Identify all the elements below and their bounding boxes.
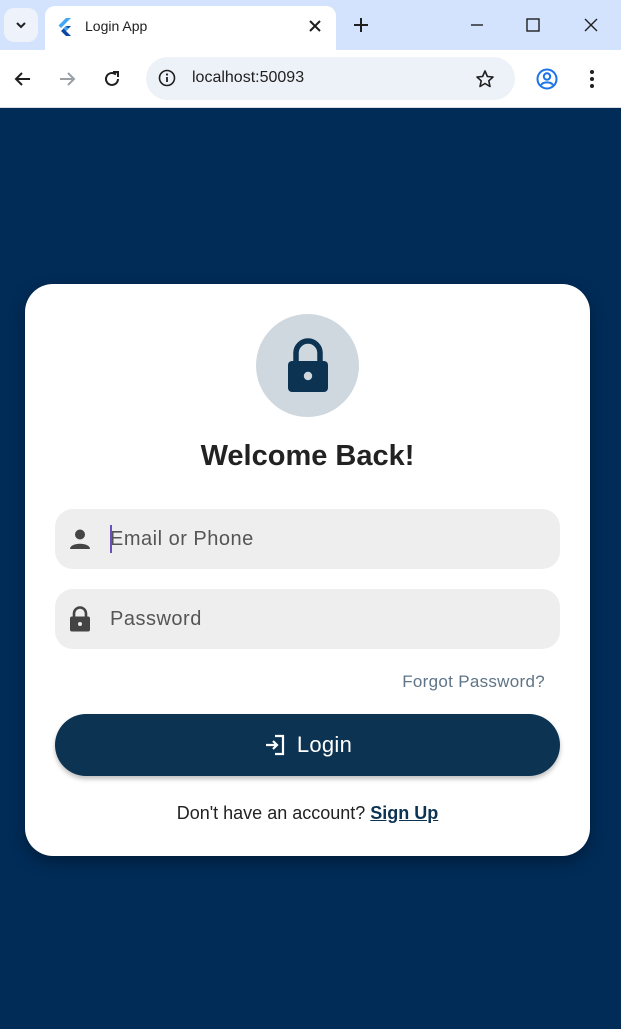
chevron-down-icon — [16, 22, 26, 29]
login-icon — [263, 733, 287, 757]
signup-prompt: Don't have an account? — [176, 803, 366, 823]
maximize-button[interactable] — [513, 8, 553, 42]
login-button-label: Login — [296, 732, 353, 757]
minimize-icon — [471, 24, 483, 26]
maximize-icon — [526, 18, 540, 32]
tab-title: Login App — [85, 18, 148, 34]
email-field[interactable] — [55, 509, 560, 569]
address-bar[interactable]: localhost:50093 — [146, 57, 515, 100]
browser-tab[interactable]: Login App — [45, 6, 336, 50]
signup-row: Don't have an account? Sign Up — [25, 803, 590, 824]
new-tab-button[interactable] — [348, 12, 374, 38]
browser-toolbar: localhost:50093 — [0, 50, 621, 108]
arrow-left-icon — [14, 72, 30, 86]
bookmark-button[interactable] — [471, 65, 499, 93]
reload-button[interactable] — [96, 63, 128, 95]
login-card: Welcome Back! Forgot Password? Login Don… — [25, 284, 590, 856]
minimize-button[interactable] — [457, 8, 497, 42]
reload-icon — [105, 71, 119, 86]
arrow-right-icon — [60, 72, 76, 86]
plus-icon — [354, 18, 368, 32]
lock-icon — [67, 606, 93, 632]
tab-close-button[interactable] — [304, 15, 326, 37]
more-vert-icon — [590, 70, 594, 88]
account-icon — [536, 68, 558, 90]
flutter-icon — [58, 18, 71, 36]
site-info-button[interactable] — [154, 65, 180, 91]
menu-button[interactable] — [576, 63, 608, 95]
close-icon — [584, 18, 598, 32]
text-caret — [110, 525, 112, 553]
url-text: localhost:50093 — [192, 69, 305, 86]
forgot-password-link[interactable]: Forgot Password? — [402, 672, 545, 692]
password-input[interactable] — [110, 589, 550, 649]
welcome-title: Welcome Back! — [200, 440, 415, 472]
email-input[interactable] — [110, 509, 550, 569]
lock-icon — [287, 337, 328, 392]
window-close-button[interactable] — [571, 8, 611, 42]
close-icon — [309, 20, 321, 32]
password-field[interactable] — [55, 589, 560, 649]
browser-tabstrip: Login App — [0, 0, 621, 50]
login-button[interactable]: Login — [55, 714, 560, 776]
star-icon — [476, 70, 494, 88]
person-icon — [67, 526, 93, 552]
info-icon — [158, 69, 176, 87]
back-button[interactable] — [7, 63, 39, 95]
signup-link[interactable]: Sign Up — [370, 803, 438, 823]
lock-avatar — [256, 314, 359, 417]
tab-search-button[interactable] — [4, 8, 38, 42]
forward-button[interactable] — [51, 63, 83, 95]
profile-button[interactable] — [531, 63, 563, 95]
